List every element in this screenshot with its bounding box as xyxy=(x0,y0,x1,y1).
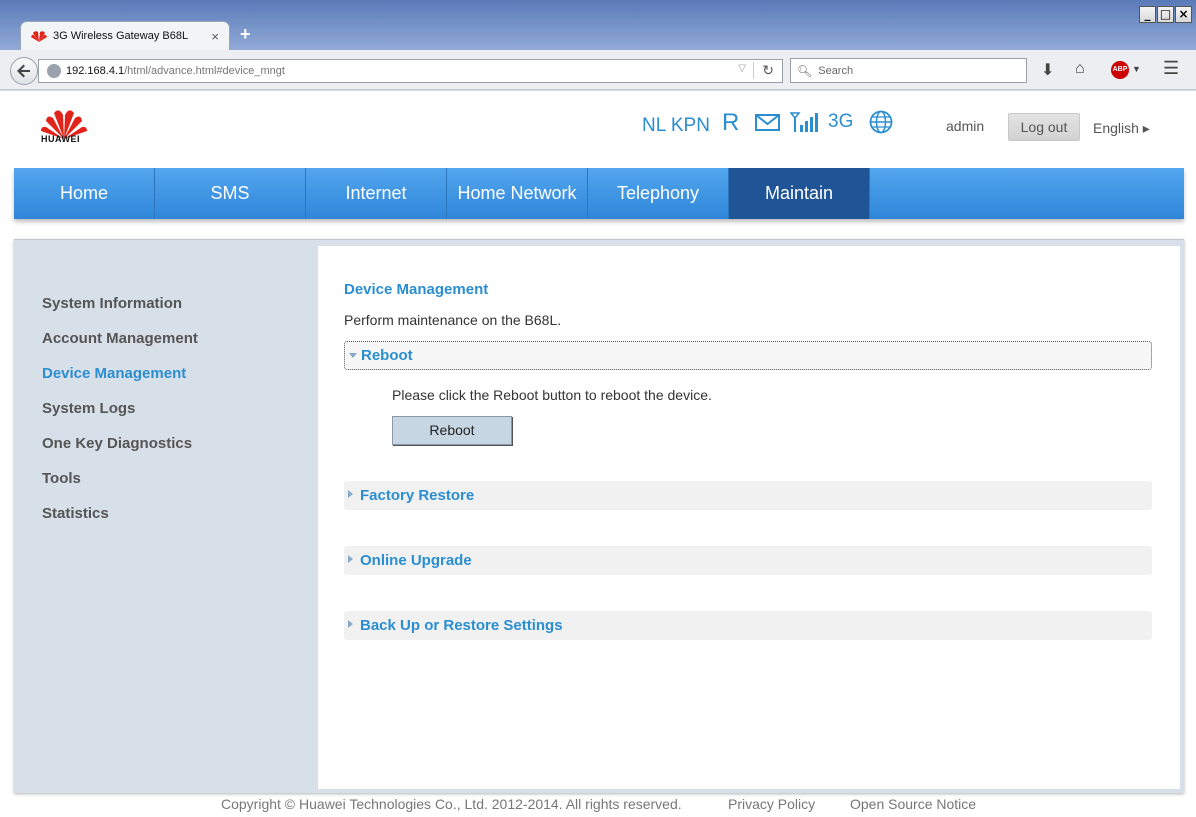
download-icon[interactable]: ⬇ xyxy=(1041,60,1054,80)
new-tab-button[interactable]: + xyxy=(240,24,251,45)
sidebar: System Information Account Management De… xyxy=(14,240,318,794)
nav-internet[interactable]: Internet xyxy=(306,168,447,219)
window-controls: _ □ × xyxy=(1139,6,1192,23)
history-dropdown-icon[interactable]: ▽ xyxy=(738,63,746,74)
nav-sms[interactable]: SMS xyxy=(155,168,306,219)
section-reboot-header[interactable]: Reboot xyxy=(344,341,1152,370)
menu-icon[interactable]: ☰ xyxy=(1163,58,1179,79)
tab-close-icon[interactable]: × xyxy=(211,29,219,44)
internet-globe-icon xyxy=(869,110,893,134)
huawei-favicon-icon xyxy=(31,31,47,42)
language-selector[interactable]: English ▸ xyxy=(1093,120,1150,137)
nav-maintain[interactable]: Maintain xyxy=(729,168,870,219)
browser-toolbar: 192.168.4.1/html/advance.html#device_mng… xyxy=(0,50,1196,90)
section-reboot-label: Reboot xyxy=(361,347,413,364)
roaming-icon: R xyxy=(722,109,740,136)
section-backup-restore-label: Back Up or Restore Settings xyxy=(360,617,563,634)
privacy-policy-link[interactable]: Privacy Policy xyxy=(728,796,815,812)
copyright-text: Copyright © Huawei Technologies Co., Ltd… xyxy=(221,796,682,812)
minimize-button[interactable]: _ xyxy=(1139,6,1156,23)
chevron-right-icon xyxy=(348,555,353,563)
operator-name: NL KPN xyxy=(642,115,710,136)
sidebar-item-tools[interactable]: Tools xyxy=(42,470,81,487)
section-online-upgrade-label: Online Upgrade xyxy=(360,552,472,569)
nav-home-network[interactable]: Home Network xyxy=(447,168,588,219)
reboot-button[interactable]: Reboot xyxy=(392,416,512,445)
sidebar-item-device-management[interactable]: Device Management xyxy=(42,365,186,382)
chevron-down-icon[interactable]: ▼ xyxy=(1132,64,1141,74)
back-button[interactable] xyxy=(10,57,38,85)
address-bar[interactable]: 192.168.4.1/html/advance.html#device_mng… xyxy=(38,59,783,83)
open-source-notice-link[interactable]: Open Source Notice xyxy=(850,796,976,812)
reload-icon[interactable]: ↻ xyxy=(753,62,774,79)
signal-strength-icon xyxy=(790,112,818,132)
chevron-right-icon xyxy=(348,490,353,498)
section-online-upgrade-header[interactable]: Online Upgrade xyxy=(344,546,1152,575)
chevron-right-icon xyxy=(348,620,353,628)
main-panel: Device Management Perform maintenance on… xyxy=(318,246,1180,789)
section-factory-restore-header[interactable]: Factory Restore xyxy=(344,481,1152,510)
adblock-icon[interactable]: ABP xyxy=(1111,61,1129,79)
reboot-instructions: Please click the Reboot button to reboot… xyxy=(392,387,712,403)
nav-home[interactable]: Home xyxy=(14,168,155,219)
main-nav: Home SMS Internet Home Network Telephony… xyxy=(14,168,1184,219)
maximize-button[interactable]: □ xyxy=(1157,6,1174,23)
network-type: 3G xyxy=(828,111,854,132)
nav-telephony[interactable]: Telephony xyxy=(588,168,729,219)
sidebar-item-one-key-diagnostics[interactable]: One Key Diagnostics xyxy=(42,435,192,452)
back-arrow-icon xyxy=(17,64,30,78)
current-user: admin xyxy=(946,118,985,134)
search-icon: 🔍︎ xyxy=(797,63,813,78)
chevron-down-icon xyxy=(349,353,357,358)
router-page: HUAWEI NL KPN R 3G admin Log out English… xyxy=(0,91,1196,817)
sidebar-item-system-logs[interactable]: System Logs xyxy=(42,400,135,417)
site-identity-icon[interactable] xyxy=(47,64,61,78)
home-icon[interactable]: ⌂ xyxy=(1075,60,1085,78)
page-description: Perform maintenance on the B68L. xyxy=(344,312,562,328)
logo-text: HUAWEI xyxy=(41,134,80,144)
url-path: /html/advance.html#device_mngt xyxy=(124,65,285,77)
url-host: 192.168.4.1 xyxy=(66,65,125,77)
section-backup-restore-header[interactable]: Back Up or Restore Settings xyxy=(344,611,1152,640)
search-placeholder: Search xyxy=(818,64,854,77)
mail-icon[interactable] xyxy=(755,114,780,131)
page-title: Device Management xyxy=(344,281,489,298)
tab-title: 3G Wireless Gateway B68L xyxy=(53,30,189,42)
search-box[interactable]: 🔍︎ Search xyxy=(790,58,1027,83)
browser-tab[interactable]: 3G Wireless Gateway B68L × xyxy=(20,21,230,50)
sidebar-item-account-management[interactable]: Account Management xyxy=(42,330,198,347)
section-factory-restore-label: Factory Restore xyxy=(360,487,475,504)
sidebar-item-system-information[interactable]: System Information xyxy=(42,295,182,312)
content-area: System Information Account Management De… xyxy=(14,239,1184,793)
sidebar-item-statistics[interactable]: Statistics xyxy=(42,505,109,522)
page-header: HUAWEI NL KPN R 3G admin Log out English… xyxy=(0,91,1196,168)
logout-button[interactable]: Log out xyxy=(1008,113,1080,141)
browser-titlebar: _ □ × 3G Wireless Gateway B68L × + xyxy=(0,0,1196,50)
close-window-button[interactable]: × xyxy=(1175,6,1192,23)
